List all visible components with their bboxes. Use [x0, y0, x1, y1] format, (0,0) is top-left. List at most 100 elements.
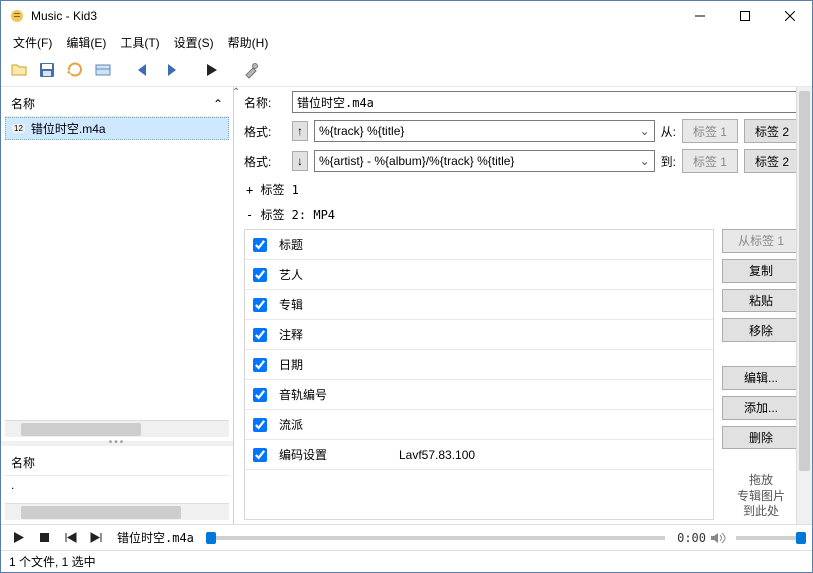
to-tag1-button[interactable]: 标签 1 [682, 149, 738, 173]
album-art-dropzone[interactable]: 拖放 专辑图片 到此处 [722, 473, 800, 520]
horizontal-splitter[interactable] [1, 441, 233, 446]
tag-checkbox[interactable] [253, 268, 267, 282]
file-name: 错位时空.m4a [31, 120, 106, 137]
window-title: Music - Kid3 [31, 9, 677, 23]
tag-field-name: 注释 [275, 326, 395, 343]
content-area: 名称 ⌃ 12 错位时空.m4a 名称 . .. ⌃ [1, 87, 812, 524]
dir-pane: 名称 . .. [1, 446, 233, 524]
folder-button[interactable] [91, 58, 115, 82]
tag-row[interactable]: 编码设置 Lavf57.83.100 [245, 440, 713, 470]
chevron-down-icon: ⌄ [640, 124, 650, 138]
tag-checkbox[interactable] [253, 238, 267, 252]
delete-button[interactable]: 删除 [722, 426, 800, 450]
dir-row[interactable]: . [5, 476, 229, 494]
tag-row[interactable]: 音轨编号 [245, 380, 713, 410]
player-next-button[interactable] [85, 528, 107, 548]
remove-button[interactable]: 移除 [722, 318, 800, 342]
minimize-button[interactable] [677, 1, 722, 31]
tag-checkbox[interactable] [253, 388, 267, 402]
status-text: 1 个文件, 1 选中 [9, 553, 96, 570]
revert-button[interactable] [63, 58, 87, 82]
file-badge: 12 [12, 124, 25, 133]
volume-icon [710, 531, 726, 545]
next-button[interactable] [159, 58, 183, 82]
player-time: 0:00 [677, 531, 706, 545]
tag-field-name: 编码设置 [275, 446, 395, 463]
collapse-left-icon[interactable]: ⌃ [234, 87, 240, 98]
tag-field-name: 专辑 [275, 296, 395, 313]
prev-button[interactable] [131, 58, 155, 82]
menu-edit[interactable]: 编辑(E) [60, 32, 112, 53]
status-bar: 1 个文件, 1 选中 [1, 550, 812, 572]
add-button[interactable]: 添加... [722, 396, 800, 420]
right-vscroll[interactable] [796, 87, 812, 524]
paste-button[interactable]: 粘贴 [722, 289, 800, 313]
tag-checkbox[interactable] [253, 298, 267, 312]
tag2-header[interactable]: - 标签 2: MP4 [244, 204, 812, 229]
right-pane: ⌃ 名称: 格式: ↑ %{track} %{title}⌄ 从: 标签 1 标… [234, 87, 812, 524]
play-button[interactable] [199, 58, 223, 82]
to-tag2-button[interactable]: 标签 2 [744, 149, 800, 173]
menu-file[interactable]: 文件(F) [7, 32, 58, 53]
tag-field-name: 音轨编号 [275, 386, 395, 403]
close-button[interactable] [767, 1, 812, 31]
tag-checkbox[interactable] [253, 328, 267, 342]
chevron-down-icon: ⌄ [640, 154, 650, 168]
file-row[interactable]: 12 错位时空.m4a [5, 117, 229, 140]
format-up-label: 格式: [244, 123, 286, 140]
copy-button[interactable]: 复制 [722, 259, 800, 283]
app-icon [9, 8, 25, 24]
chevron-up-icon: ⌃ [213, 97, 223, 111]
config-button[interactable] [239, 58, 263, 82]
tag-table: 标题 艺人 专辑 注释 日期 音轨编号 流派 编码设置 Lavf57.83.10… [244, 229, 714, 520]
from-tag2-button[interactable]: 标签 2 [744, 119, 800, 143]
tag-field-value[interactable]: Lavf57.83.100 [395, 448, 713, 462]
player-prev-button[interactable] [59, 528, 81, 548]
name-input[interactable] [292, 91, 800, 113]
open-button[interactable] [7, 58, 31, 82]
menu-bar: 文件(F) 编辑(E) 工具(T) 设置(S) 帮助(H) [1, 31, 812, 53]
tag-checkbox[interactable] [253, 358, 267, 372]
arrow-up-icon[interactable]: ↑ [292, 121, 308, 141]
tag-row[interactable]: 注释 [245, 320, 713, 350]
tag1-header[interactable]: + 标签 1 [244, 179, 812, 204]
dir-list[interactable]: . .. [5, 476, 229, 503]
player-play-button[interactable] [7, 528, 29, 548]
tag-row[interactable]: 标题 [245, 230, 713, 260]
tag-row[interactable]: 艺人 [245, 260, 713, 290]
format-down-select[interactable]: %{artist} - %{album}/%{track} %{title}⌄ [314, 150, 655, 172]
file-header-label: 名称 [11, 95, 35, 112]
menu-settings[interactable]: 设置(S) [168, 32, 220, 53]
dir-header[interactable]: 名称 [5, 450, 229, 476]
toolbar [1, 53, 812, 87]
tag-field-name: 流派 [275, 416, 395, 433]
format-up-select[interactable]: %{track} %{title}⌄ [314, 120, 655, 142]
player-bar: 错位时空.m4a 0:00 [1, 524, 812, 550]
arrow-down-icon[interactable]: ↓ [292, 151, 308, 171]
player-track-label: 错位时空.m4a [117, 529, 194, 546]
edit-button[interactable]: 编辑... [722, 366, 800, 390]
tag-field-name: 日期 [275, 356, 395, 373]
from-tag1-side-button[interactable]: 从标签 1 [722, 229, 800, 253]
file-header[interactable]: 名称 ⌃ [5, 91, 229, 117]
maximize-button[interactable] [722, 1, 767, 31]
dir-hscroll[interactable] [5, 503, 229, 520]
tag-row[interactable]: 流派 [245, 410, 713, 440]
file-list[interactable]: 12 错位时空.m4a [5, 117, 229, 420]
player-stop-button[interactable] [33, 528, 55, 548]
menu-tools[interactable]: 工具(T) [114, 32, 165, 53]
tag-row[interactable]: 专辑 [245, 290, 713, 320]
file-hscroll[interactable] [5, 420, 229, 437]
tag-row[interactable]: 日期 [245, 350, 713, 380]
tag-checkbox[interactable] [253, 448, 267, 462]
file-pane: 名称 ⌃ 12 错位时空.m4a [1, 87, 233, 441]
player-seek-slider[interactable] [206, 536, 665, 540]
save-button[interactable] [35, 58, 59, 82]
to-label: 到: [661, 153, 676, 170]
dir-row[interactable]: .. [5, 494, 229, 503]
name-label: 名称: [244, 94, 286, 111]
menu-help[interactable]: 帮助(H) [222, 32, 275, 53]
tag-checkbox[interactable] [253, 418, 267, 432]
from-tag1-button[interactable]: 标签 1 [682, 119, 738, 143]
volume-slider[interactable] [736, 536, 806, 540]
